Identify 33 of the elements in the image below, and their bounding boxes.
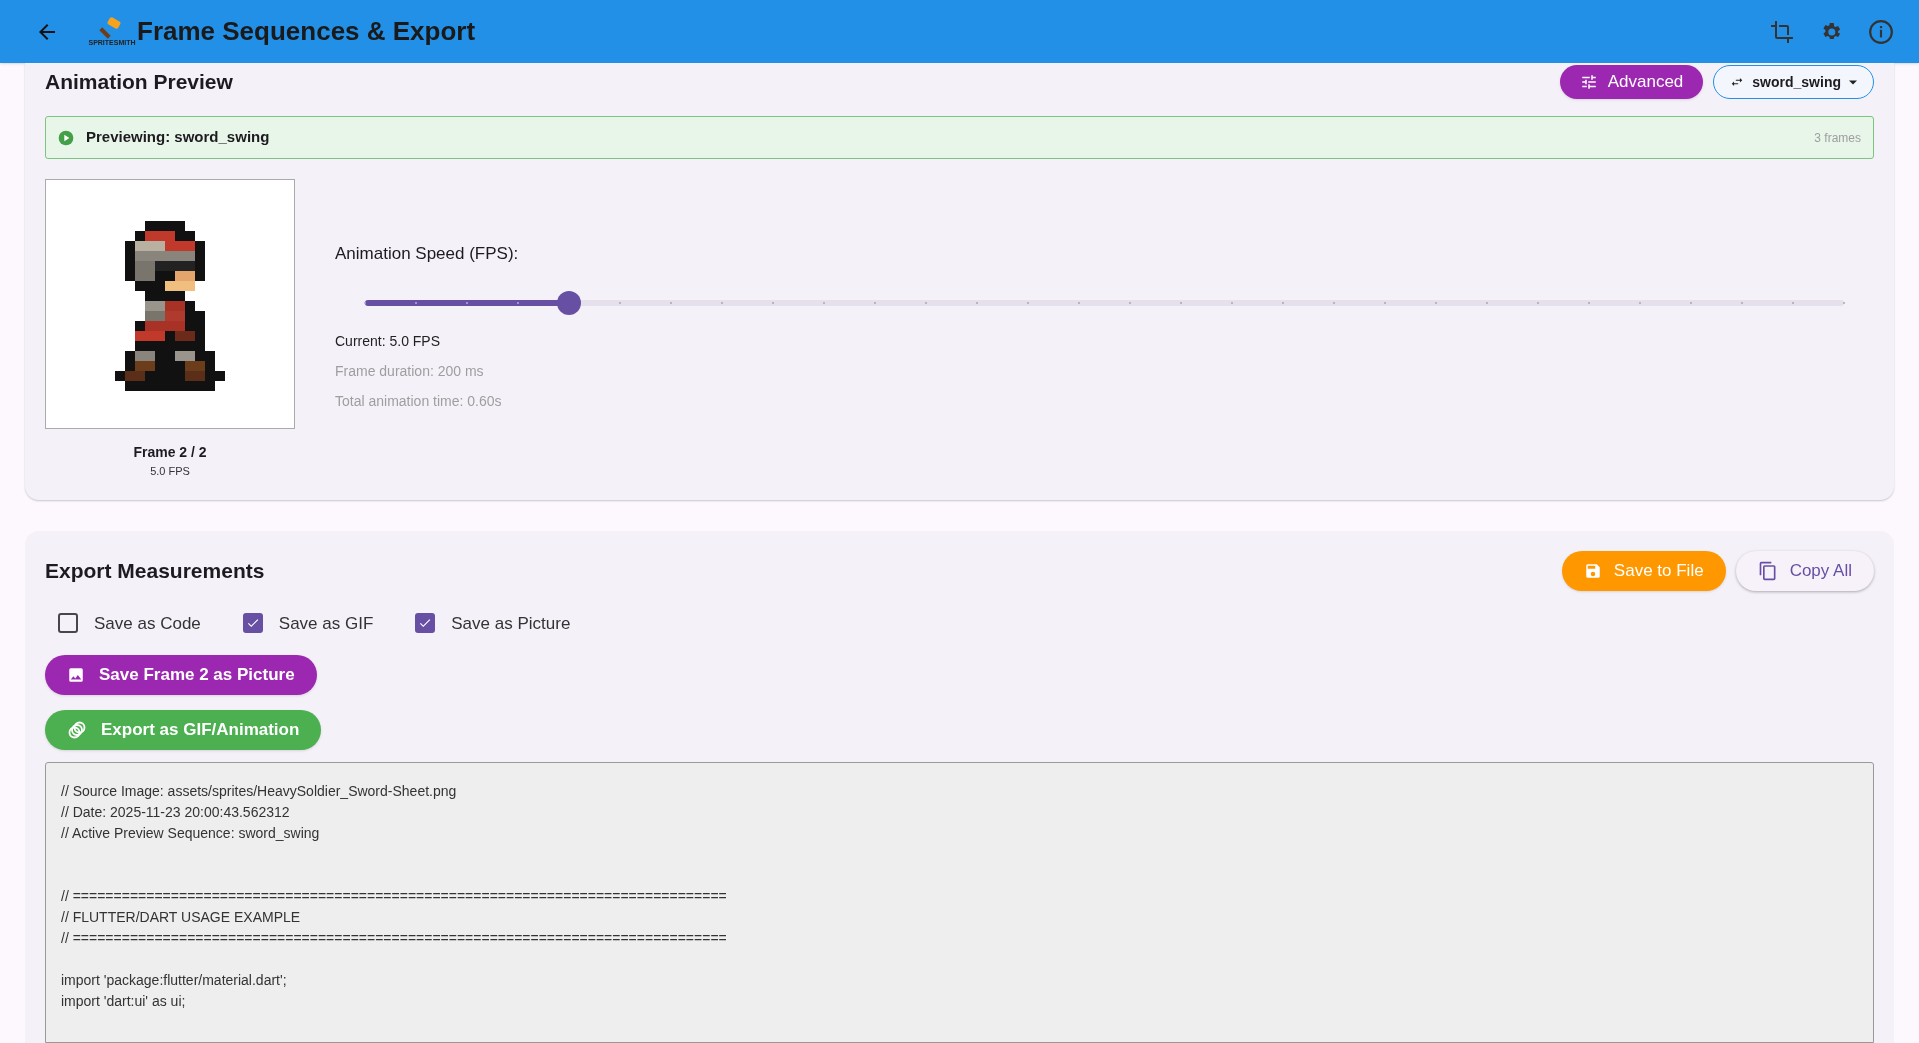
advanced-button[interactable]: Advanced	[1559, 65, 1704, 99]
save-icon	[1583, 561, 1602, 580]
speed-stat: Current: 5.0 FPS	[335, 331, 442, 351]
page-title: Frame Sequences & Export	[137, 15, 476, 48]
swap-icon	[1730, 75, 1745, 89]
section-title: Export Measurements	[45, 557, 265, 584]
caret-icon	[1849, 79, 1857, 85]
option-label: Save as Code	[94, 612, 201, 635]
speed-stat: Total animation time: 0.60s	[335, 391, 503, 411]
info-icon[interactable]	[1868, 18, 1894, 45]
sliders-icon	[1579, 73, 1598, 91]
frame-count: 3 frames	[1814, 129, 1861, 147]
sequence-dropdown[interactable]: sword_swing	[1713, 65, 1874, 99]
speed-stat: Frame duration: 200 ms	[335, 361, 485, 381]
option-label: Save as Picture	[451, 612, 571, 635]
frame-fps: 5.0 FPS	[150, 464, 190, 479]
checkbox[interactable]	[58, 613, 78, 634]
save-picture-button[interactable]: Save Frame 2 as Picture	[45, 655, 317, 695]
option-label: Save as GIF	[278, 612, 374, 635]
code-output: // Source Image: assets/sprites/HeavySoldier_Sword-Sheet.png // Date: 2025-11-23 20:00:43.562312 // Active Preview Sequence: sword_swing // ================================================================================ // FLUTTER/DART USAGE EXAMPLE // ================================================================================ import 'package:flutter/material.dart'; import 'dart:ui' as ui;	[45, 762, 1874, 1043]
crop-icon[interactable]	[1770, 19, 1794, 44]
slider-thumb[interactable]	[557, 290, 582, 315]
checkbox[interactable]	[415, 613, 436, 634]
rings-icon	[67, 720, 87, 740]
status-text: Previewing: sword_swing	[86, 127, 270, 148]
play-icon	[58, 129, 74, 146]
copy-icon	[1757, 559, 1778, 582]
frame-label: Frame 2 / 2	[133, 443, 207, 462]
image-icon	[67, 666, 85, 684]
copy-all-button[interactable]: Copy All	[1735, 550, 1874, 591]
checkbox[interactable]	[242, 613, 263, 634]
speed-label: Animation Speed (FPS):	[335, 243, 520, 265]
section-title: Animation Preview	[45, 69, 233, 96]
